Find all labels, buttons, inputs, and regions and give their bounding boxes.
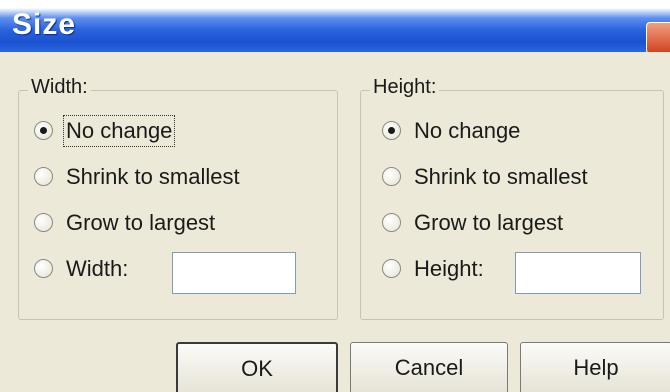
width-no-change-label: No change <box>62 115 176 147</box>
height-custom-radio[interactable] <box>382 259 401 278</box>
size-dialog: Size Width: No change Shrink to smallest… <box>0 0 670 392</box>
height-shrink-label: Shrink to smallest <box>414 164 588 189</box>
width-grow-label: Grow to largest <box>66 210 216 235</box>
width-custom-radio[interactable] <box>34 259 53 278</box>
width-input[interactable] <box>172 252 296 294</box>
height-grow-radio[interactable] <box>382 213 401 232</box>
close-button[interactable] <box>646 22 670 54</box>
width-custom-label: Width: <box>66 256 129 281</box>
help-button[interactable]: Help <box>520 342 670 392</box>
height-input[interactable] <box>515 252 641 294</box>
dialog-title: Size <box>12 8 77 41</box>
width-group-legend: Width: <box>28 76 91 99</box>
height-shrink-radio[interactable] <box>382 167 401 186</box>
ok-button[interactable]: OK <box>176 342 338 392</box>
height-group-legend: Height: <box>370 76 440 99</box>
width-grow-radio[interactable] <box>34 213 53 232</box>
width-no-change-radio[interactable] <box>34 121 53 140</box>
width-shrink-label: Shrink to smallest <box>66 164 240 189</box>
height-no-change-label: No change <box>414 118 521 143</box>
cancel-button[interactable]: Cancel <box>350 342 508 392</box>
width-shrink-radio[interactable] <box>34 167 53 186</box>
height-grow-label: Grow to largest <box>414 210 564 235</box>
height-custom-label: Height: <box>414 256 484 281</box>
height-no-change-radio[interactable] <box>382 121 401 140</box>
title-bar[interactable]: Size <box>0 0 670 54</box>
